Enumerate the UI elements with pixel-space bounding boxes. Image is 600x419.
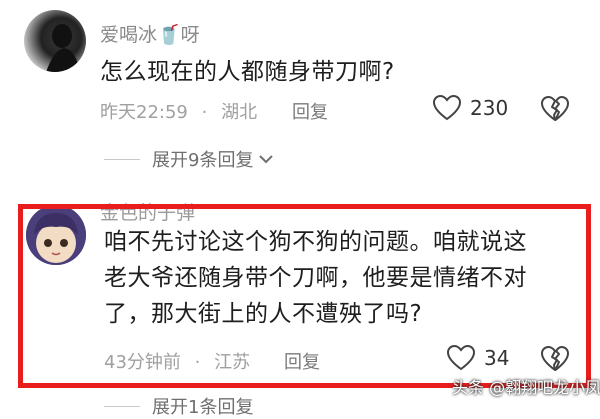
reply-button[interactable]: 回复 (284, 348, 320, 374)
chevron-down-icon (259, 155, 274, 164)
like-button[interactable]: 34 (446, 344, 509, 372)
heart-icon (432, 94, 462, 121)
comment-username[interactable]: 爱喝冰🥤呀 (100, 20, 200, 47)
meta-separator: · (194, 352, 201, 373)
comment-text: 怎么现在的人都随身带刀啊? (100, 59, 395, 85)
like-button[interactable]: 230 (432, 94, 508, 122)
reply-button[interactable]: 回复 (292, 98, 328, 124)
avatar[interactable] (24, 10, 86, 72)
watermark: 头条 @翱翔吧龙小凤 (452, 378, 600, 397)
comment-text-line: 咱不先讨论这个狗不狗的问题。咱就说这 (104, 229, 527, 255)
expand-label: 展开1条回复 (152, 397, 254, 418)
broken-heart-icon (541, 346, 569, 371)
comment-meta: 43分钟前 · 江苏 (104, 348, 250, 374)
dislike-button[interactable] (540, 95, 570, 127)
comment-text-line: 了，那大街上的人不遭殃了吗? (104, 301, 423, 327)
dislike-button[interactable] (540, 345, 570, 377)
expand-divider (104, 158, 140, 160)
comment-location: 湖北 (221, 102, 258, 123)
comment-text-line: 老大爷还随身带个刀啊，他要是情绪不对 (104, 265, 527, 291)
broken-heart-icon (541, 96, 569, 121)
heart-icon (446, 344, 476, 371)
comment-time: 昨天22:59 (100, 102, 188, 123)
comment-time: 43分钟前 (104, 352, 181, 373)
expand-replies-button[interactable]: 展开9条回复 (104, 146, 275, 172)
expand-label: 展开9条回复 (152, 150, 254, 171)
like-count: 230 (470, 96, 509, 120)
comment-text: 咱不先讨论这个狗不狗的问题。咱就说这 老大爷还随身带个刀啊，他要是情绪不对 了，… (104, 224, 527, 332)
comment-meta: 昨天22:59 · 湖北 (100, 98, 257, 124)
like-count: 34 (484, 346, 510, 370)
comment-location: 江苏 (214, 352, 251, 373)
expand-replies-button[interactable]: 展开1条回复 (104, 393, 253, 419)
meta-separator: · (201, 102, 208, 123)
expand-divider (104, 405, 140, 407)
